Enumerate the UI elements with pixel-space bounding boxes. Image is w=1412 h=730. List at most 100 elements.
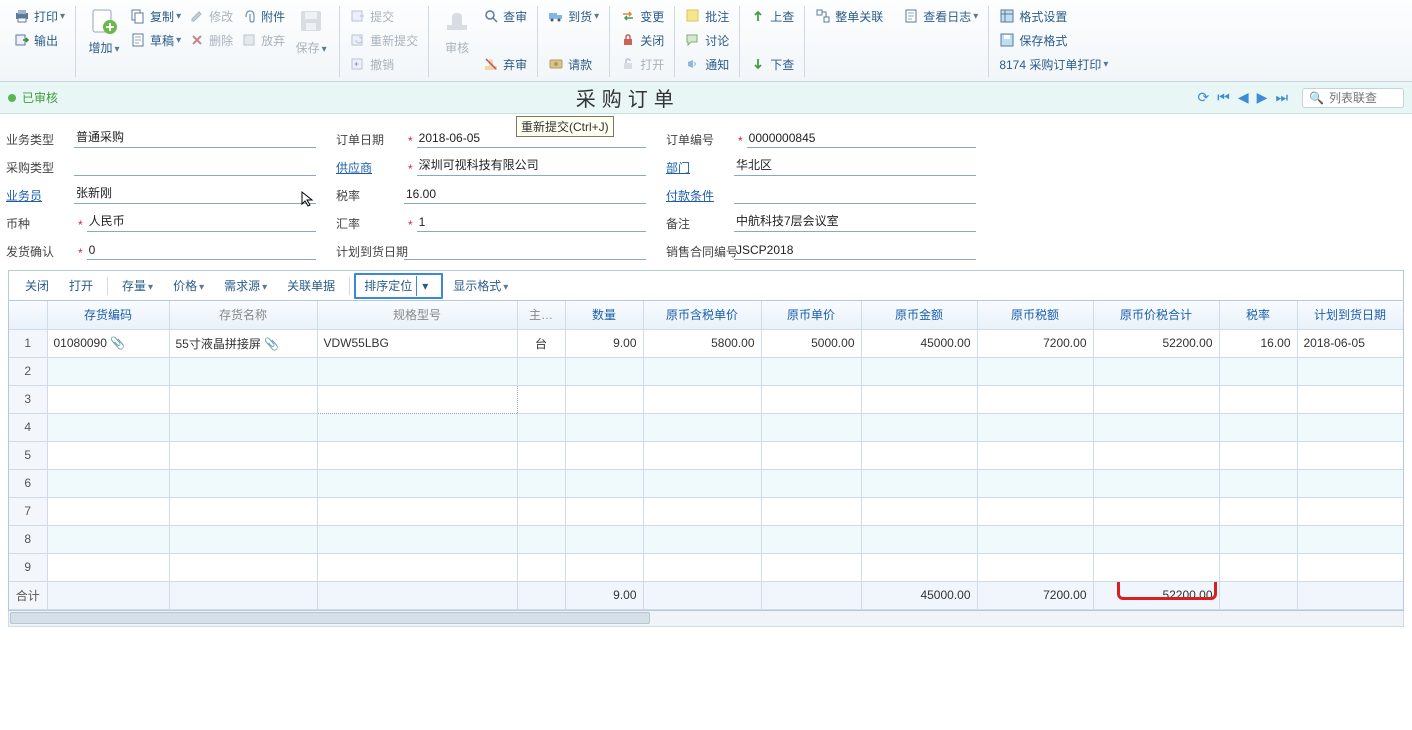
supplier-label[interactable]: 供应商: [336, 159, 404, 176]
table-row[interactable]: 8: [9, 525, 1404, 553]
paperclip-icon[interactable]: 📎: [110, 336, 125, 350]
col-price[interactable]: 原币单价: [761, 301, 861, 329]
save-button[interactable]: 保存▾: [289, 2, 333, 59]
note-button[interactable]: 批注: [681, 4, 733, 28]
search-box[interactable]: 🔍: [1302, 88, 1404, 108]
next-icon[interactable]: ▶: [1257, 89, 1268, 106]
table-row[interactable]: 3: [9, 385, 1404, 413]
col-unit[interactable]: 主…: [517, 301, 565, 329]
save-format-button[interactable]: 保存格式: [995, 28, 1112, 52]
biz-type-value[interactable]: 普通采购: [74, 128, 316, 148]
audit-button[interactable]: 审核: [435, 2, 479, 59]
cell-taxamt[interactable]: 7200.00: [977, 329, 1093, 357]
grid-close-button[interactable]: 关闭: [15, 274, 59, 297]
refresh-icon[interactable]: ⟳: [1198, 89, 1210, 106]
cell-unit[interactable]: 台: [517, 329, 565, 357]
cell-price[interactable]: 5000.00: [761, 329, 861, 357]
col-code[interactable]: 存货编码: [47, 301, 169, 329]
col-spec[interactable]: 规格型号: [317, 301, 517, 329]
paycond-label[interactable]: 付款条件: [666, 187, 734, 204]
copy-button[interactable]: 复制▾: [126, 4, 185, 28]
taxrate-value[interactable]: 16.00: [404, 187, 646, 204]
request-button[interactable]: 请款: [544, 52, 603, 76]
currency-value[interactable]: 人民币: [87, 212, 316, 232]
contract-value[interactable]: JSCP2018: [734, 243, 976, 260]
cell-total[interactable]: 52200.00: [1093, 329, 1219, 357]
submit-button[interactable]: 提交: [346, 4, 422, 28]
table-row[interactable]: 5: [9, 441, 1404, 469]
up-button[interactable]: 上查: [746, 4, 798, 28]
down-button[interactable]: 下查: [746, 52, 798, 76]
cell-last[interactable]: 否: [1403, 329, 1404, 357]
supplier-value[interactable]: 深圳可视科技有限公司: [417, 156, 646, 176]
cell-qty[interactable]: 9.00: [565, 329, 643, 357]
col-total[interactable]: 原币价税合计: [1093, 301, 1219, 329]
cell-rate[interactable]: 16.00: [1219, 329, 1297, 357]
dept-label[interactable]: 部门: [666, 159, 734, 176]
col-rate[interactable]: 税率: [1219, 301, 1297, 329]
last-icon[interactable]: ⏭: [1275, 89, 1288, 106]
col-last[interactable]: 购: [1403, 301, 1404, 329]
scrollbar-thumb[interactable]: [10, 612, 650, 624]
col-amount[interactable]: 原币金额: [861, 301, 977, 329]
draft-button[interactable]: 草稿▾: [126, 28, 185, 52]
ship-confirm-value[interactable]: 0: [87, 243, 316, 260]
first-icon[interactable]: ⏮: [1217, 89, 1230, 106]
cell-spec[interactable]: VDW55LBG: [317, 329, 517, 357]
close-button[interactable]: 关闭: [616, 28, 668, 52]
table-row[interactable]: 6: [9, 469, 1404, 497]
dept-value[interactable]: 华北区: [734, 156, 976, 176]
table-row[interactable]: 7: [9, 497, 1404, 525]
paperclip-icon[interactable]: 📎: [264, 337, 279, 351]
log-button[interactable]: 查看日志▾: [899, 4, 982, 28]
salesman-label[interactable]: 业务员: [6, 187, 74, 204]
salesman-value[interactable]: 张新刚: [74, 184, 316, 204]
reject-button[interactable]: 弃审: [479, 52, 531, 76]
change-button[interactable]: 变更: [616, 4, 668, 28]
col-taxprice[interactable]: 原币含税单价: [643, 301, 761, 329]
grid-open-button[interactable]: 打开: [59, 274, 103, 297]
focused-cell[interactable]: [317, 385, 517, 413]
arrive-button[interactable]: 到货▾: [544, 4, 603, 28]
grid-display-button[interactable]: 显示格式▾: [443, 274, 518, 297]
cell-code[interactable]: 01080090: [54, 336, 107, 350]
notify-button[interactable]: 通知: [681, 52, 733, 76]
review-button[interactable]: 查审: [479, 4, 531, 28]
chevron-down-icon[interactable]: ▾: [416, 276, 433, 296]
discuss-button[interactable]: 讨论: [681, 28, 733, 52]
grid-demand-button[interactable]: 需求源▾: [214, 274, 277, 297]
col-qty[interactable]: 数量: [565, 301, 643, 329]
horizontal-scrollbar[interactable]: [8, 611, 1404, 627]
format-button[interactable]: 格式设置: [995, 4, 1112, 28]
print-tpl-button[interactable]: 8174 采购订单打印▾: [995, 52, 1112, 76]
paycond-value[interactable]: [734, 201, 976, 204]
search-input[interactable]: [1327, 90, 1397, 106]
resubmit-button[interactable]: 重新提交: [346, 28, 422, 52]
remark-value[interactable]: 中航科技7层会议室: [734, 212, 976, 232]
print-button[interactable]: 打印▾: [10, 4, 69, 28]
table-row[interactable]: 4: [9, 413, 1404, 441]
cell-amount[interactable]: 45000.00: [861, 329, 977, 357]
delete-button[interactable]: 删除: [185, 28, 237, 52]
link-all-button[interactable]: 整单关联: [811, 4, 887, 28]
plan-date-value[interactable]: [404, 257, 646, 260]
col-plandate[interactable]: 计划到货日期: [1297, 301, 1403, 329]
grid-sort-button[interactable]: 排序定位 ▾: [354, 273, 443, 299]
cell-name[interactable]: 55寸液晶拼接屏: [176, 337, 261, 351]
exch-value[interactable]: 1: [417, 215, 646, 232]
discard-button[interactable]: 放弃: [237, 28, 289, 52]
purchase-type-value[interactable]: [74, 173, 316, 176]
attach-button[interactable]: 附件: [237, 4, 289, 28]
add-button[interactable]: 增加▾: [82, 2, 126, 59]
col-name[interactable]: 存货名称: [169, 301, 317, 329]
order-no-value[interactable]: 0000000845: [747, 131, 976, 148]
table-row[interactable]: 9: [9, 553, 1404, 581]
cell-taxprice[interactable]: 5800.00: [643, 329, 761, 357]
table-row[interactable]: 1 01080090 📎 55寸液晶拼接屏 📎 VDW55LBG 台 9.00 …: [9, 329, 1404, 357]
cell-plandate[interactable]: 2018-06-05: [1297, 329, 1403, 357]
col-rownum[interactable]: [9, 301, 47, 329]
grid-related-button[interactable]: 关联单据: [277, 274, 345, 297]
grid-stock-button[interactable]: 存量▾: [112, 274, 163, 297]
output-button[interactable]: 输出: [10, 28, 69, 52]
open-button[interactable]: 打开: [616, 52, 668, 76]
